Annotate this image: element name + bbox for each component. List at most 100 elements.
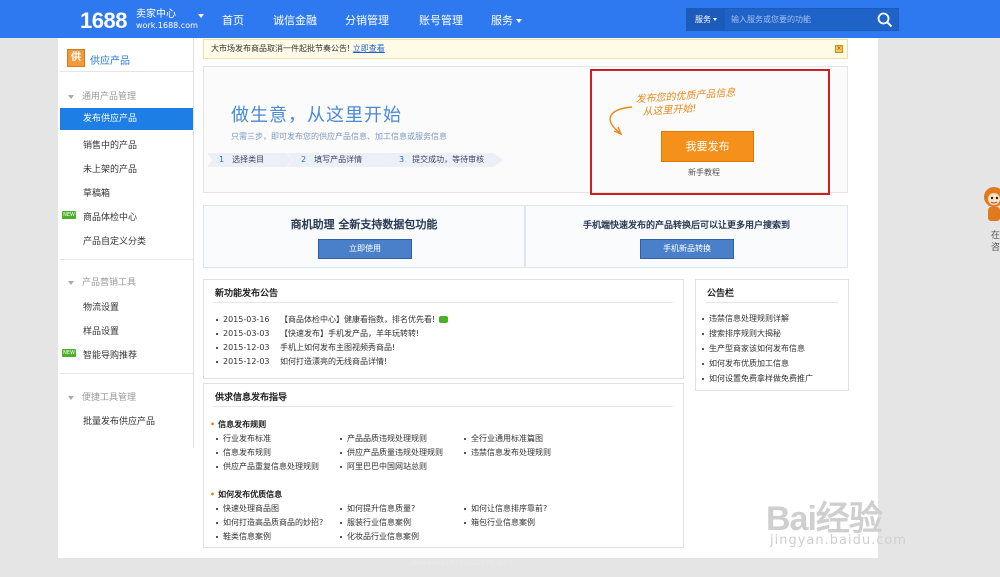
guide-link[interactable]: 鞋类信息案例: [216, 531, 271, 542]
sidebar-item-on-sale[interactable]: 销售中的产品: [83, 138, 137, 151]
sidebar-item-logistics[interactable]: 物流设置: [83, 300, 119, 313]
sidebar-group-label: 通用产品管理: [82, 92, 137, 102]
announcement-text: 如何打造漂亮的无线商品详情!: [280, 357, 388, 366]
guide-link[interactable]: 供应产品质量违规处理规则: [340, 447, 443, 458]
bullet: [702, 332, 704, 335]
guide-link[interactable]: 行业发布标准: [216, 433, 271, 444]
guide-link-text: 行业发布标准: [223, 434, 271, 443]
search-category-select[interactable]: 服务: [687, 9, 725, 30]
step-label: 选择类目: [232, 155, 265, 164]
guide-link[interactable]: 阿里巴巴中国网站总则: [340, 461, 427, 472]
chevron-down-icon: [516, 19, 522, 23]
search-icon[interactable]: [876, 11, 894, 29]
bulletin-text: 生产型商家该如何发布信息: [709, 344, 805, 353]
site-logo[interactable]: 1688: [80, 8, 127, 34]
seller-center-domain: work.1688.com: [136, 21, 198, 30]
announcement-item[interactable]: 2015-12-03 如何打造漂亮的无线商品详情!: [216, 356, 387, 367]
guide-link-text: 鞋类信息案例: [223, 532, 271, 541]
guide-link[interactable]: 信息发布规则: [216, 447, 271, 458]
use-now-button[interactable]: 立即使用: [318, 239, 412, 259]
guide-link[interactable]: 箱包行业信息案例: [464, 517, 535, 528]
promo-title: 手机端快速发布的产品转换后可以让更多用户搜索到: [582, 221, 790, 231]
announcement-date: 2015-12-03: [223, 343, 270, 352]
sidebar-item-product-check[interactable]: 商品体检中心: [83, 210, 137, 223]
guide-link[interactable]: 如何提升信息质量?: [340, 503, 415, 514]
guide-link-text: 服装行业信息案例: [347, 518, 411, 527]
guide-link[interactable]: 供应产品重复信息处理规则: [216, 461, 319, 472]
chevron-down-icon[interactable]: [198, 14, 204, 18]
guide-link[interactable]: 违禁信息发布处理规则: [464, 447, 551, 458]
guide-link[interactable]: 如何让信息排序靠前?: [464, 503, 547, 514]
step-3: 3 提交成功，等待审核: [385, 153, 503, 167]
announcement-item[interactable]: 2015-03-03 【快速发布】手机发产品，羊年玩转转!: [216, 328, 419, 339]
nav-credit-finance[interactable]: 诚信金融: [273, 12, 317, 28]
bullet: [216, 437, 218, 440]
guide-link[interactable]: 如何打造高品质商品的妙招?: [216, 517, 323, 528]
guide-link[interactable]: 快速处理商品图: [216, 503, 279, 514]
nav-services[interactable]: 服务: [491, 12, 522, 28]
announcement-text: 【快速发布】手机发产品，羊年玩转转!: [280, 329, 420, 338]
sidebar-item-batch-publish[interactable]: 批量发布供应产品: [83, 414, 155, 427]
nav-account[interactable]: 账号管理: [419, 12, 463, 28]
widget-text: 在: [991, 231, 1000, 241]
publish-button[interactable]: 我要发布: [661, 131, 754, 162]
nav-home[interactable]: 首页: [222, 12, 244, 28]
guide-section-title: • 信息发布规则: [210, 419, 266, 430]
sidebar-header[interactable]: 供 供应产品: [60, 44, 194, 72]
bulletin-item[interactable]: 生产型商家该如何发布信息: [702, 343, 805, 354]
guide-link[interactable]: 全行业通用标准篇图: [464, 433, 543, 444]
bullet: [216, 465, 218, 468]
sidebar-item-drafts[interactable]: 草稿箱: [83, 186, 110, 199]
sidebar-group-general[interactable]: 通用产品管理: [68, 89, 136, 102]
promo-assistant: 商机助理 全新支持数据包功能 立即使用: [203, 205, 525, 268]
bulletin-item[interactable]: 违禁信息处理规则详解: [702, 313, 789, 324]
nav-services-label: 服务: [491, 14, 513, 27]
sidebar-group-label: 便捷工具管理: [82, 393, 137, 403]
bulletin-item[interactable]: 搜索排序规则大揭秘: [702, 328, 781, 339]
nav-distribution[interactable]: 分销管理: [345, 12, 389, 28]
announcement-text: 【商品体检中心】健康看指数，排名优先看!: [280, 315, 436, 324]
section-label: 如何发布优质信息: [218, 490, 283, 499]
bulletin-item[interactable]: 如何发布优质加工信息: [702, 358, 789, 369]
guide-link-text: 阿里巴巴中国网站总则: [347, 462, 427, 471]
bullet: [216, 318, 218, 321]
guide-link-text: 产品品质违规处理规则: [347, 434, 427, 443]
mobile-convert-button[interactable]: 手机新品转换: [640, 239, 734, 259]
notice-bar: 大市场发布商品取消一件起批节奏公告! 立即查看 ×: [203, 39, 848, 59]
guide-link[interactable]: 服装行业信息案例: [340, 517, 411, 528]
guide-panel: 供求信息发布指导 • 信息发布规则 行业发布标准 产品品质违规处理规则 全行业通用…: [203, 383, 684, 548]
sidebar-title: 供应产品: [90, 56, 130, 67]
sidebar-item-samples[interactable]: 样品设置: [83, 324, 119, 337]
sidebar-group-tools[interactable]: 便捷工具管理: [68, 390, 136, 403]
notice-link[interactable]: 立即查看: [353, 44, 385, 53]
bullet: [702, 362, 704, 365]
guide-link[interactable]: 化妆品行业信息案例: [340, 531, 419, 542]
bulletin-item[interactable]: 如何设置免费拿样做免费推广: [702, 373, 813, 384]
sidebar-item-unlisted[interactable]: 未上架的产品: [83, 162, 137, 175]
announcement-item[interactable]: 2015-12-03 手机上如何发布主图视频秀商品!: [216, 342, 395, 353]
search-input[interactable]: [727, 9, 867, 30]
bullet: [340, 437, 342, 440]
guide-link[interactable]: 产品品质违规处理规则: [340, 433, 427, 444]
guide-link-text: 全行业通用标准篇图: [471, 434, 543, 443]
sidebar-item-custom-category[interactable]: 产品自定义分类: [83, 234, 146, 247]
sidebar-item-publish-supply[interactable]: 发布供应产品: [60, 108, 193, 130]
bullet-mark: •: [210, 420, 216, 429]
step-label: 提交成功，等待审核: [412, 155, 485, 164]
announcement-item[interactable]: 2015-03-16 【商品体检中心】健康看指数，排名优先看!: [216, 314, 449, 325]
guide-link-text: 如何打造高品质商品的妙招?: [223, 518, 324, 527]
bullet-mark: •: [210, 490, 216, 499]
step-number: 1: [219, 155, 225, 164]
guide-link-text: 信息发布规则: [223, 448, 271, 457]
sidebar-item-smart-guide[interactable]: 智能导购推荐: [83, 348, 137, 361]
step-indicator: 1 选择类目 2 填写产品详情 3 提交成功，等待审核: [207, 153, 503, 167]
bulletin-text: 如何设置免费拿样做免费推广: [709, 374, 813, 383]
tutorial-link[interactable]: 新手教程: [688, 167, 720, 178]
guide-section-title: • 如何发布优质信息: [210, 489, 282, 500]
close-icon[interactable]: ×: [835, 45, 843, 53]
seller-center-label[interactable]: 卖家中心 work.1688.com: [136, 9, 198, 31]
collapse-icon: [68, 94, 74, 99]
consult-widget-label[interactable]: 在 咨: [991, 230, 1000, 254]
widget-text: 咨: [991, 243, 1000, 253]
sidebar-group-marketing[interactable]: 产品营销工具: [68, 275, 136, 288]
